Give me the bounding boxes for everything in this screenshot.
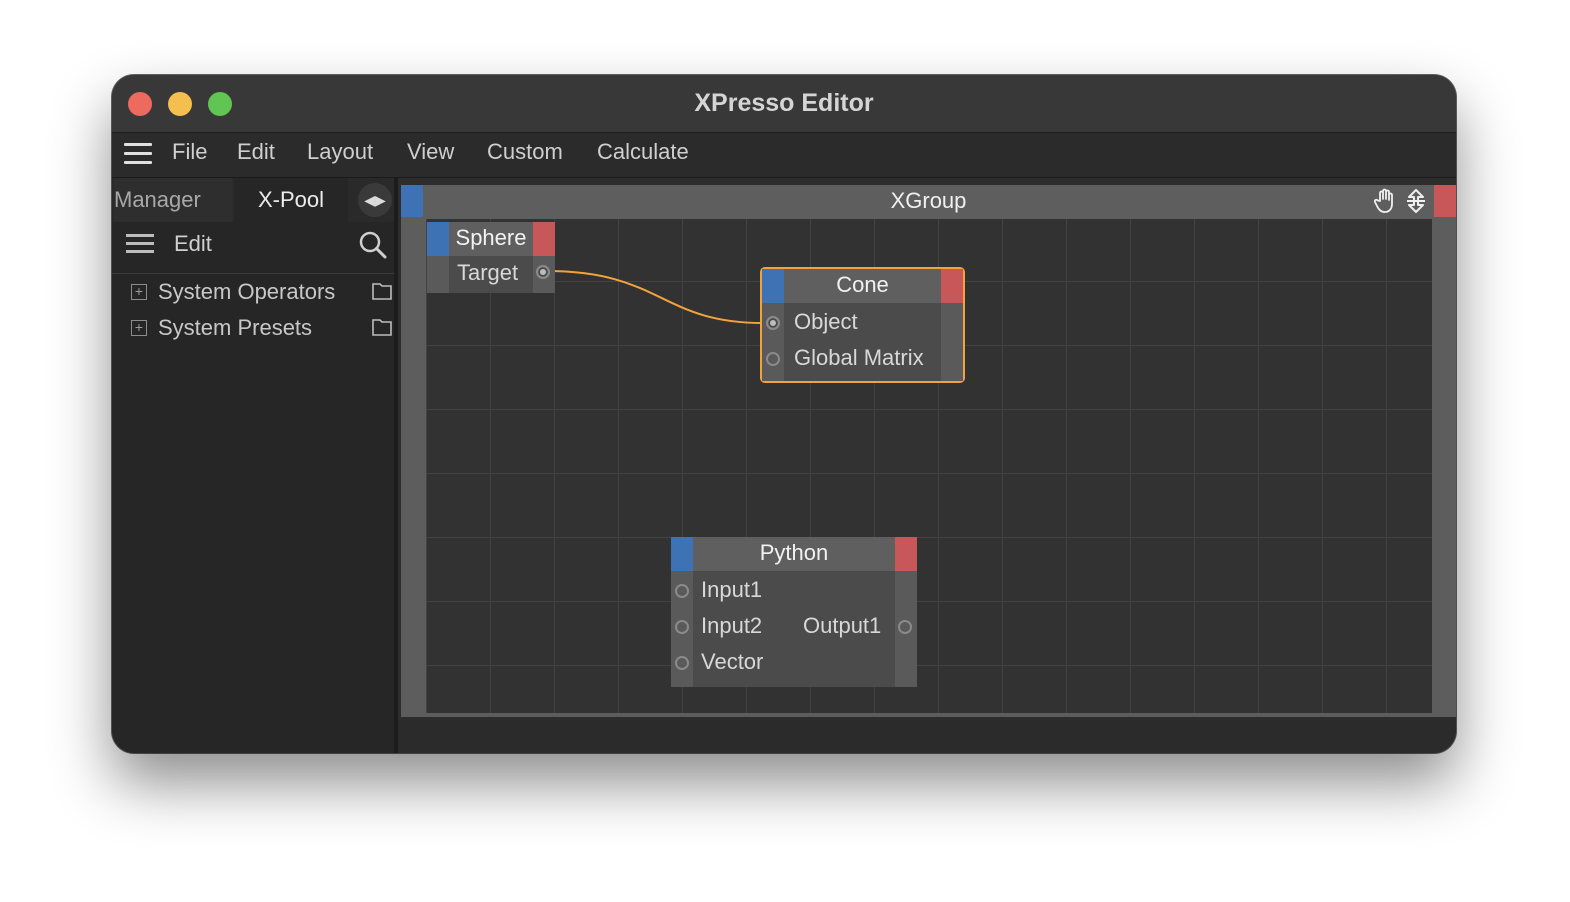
node-python[interactable]: Python Input1 Input2 Output1 Vector (671, 537, 917, 687)
panel-edit-row: Edit (112, 224, 394, 268)
port-object-in[interactable] (766, 316, 780, 330)
node-left-strip (427, 256, 449, 293)
node-title: Python (759, 540, 829, 565)
node-right-strip (941, 303, 963, 381)
port-global-matrix-in[interactable] (766, 352, 780, 366)
output-port-button[interactable] (533, 222, 555, 256)
expand-icon[interactable]: + (131, 284, 147, 300)
port-vector-in[interactable] (675, 656, 689, 670)
bottom-bar (398, 720, 1456, 753)
input-port-button[interactable] (427, 222, 449, 256)
menu-edit[interactable]: Edit (237, 133, 275, 177)
output-port-button[interactable] (941, 269, 963, 303)
port-label-input1: Input1 (701, 577, 763, 602)
menu-layout[interactable]: Layout (307, 133, 373, 177)
node-cone[interactable]: Cone Object Global Matrix (760, 267, 965, 383)
xgroup-output-strip (1432, 219, 1456, 713)
output-port-button[interactable] (895, 537, 917, 571)
port-input1-in[interactable] (675, 584, 689, 598)
panel-menu-icon[interactable] (126, 234, 154, 256)
port-label-vector: Vector (701, 649, 764, 674)
folder-icon (372, 319, 392, 336)
node-left-strip (762, 303, 784, 381)
tree-item-system-presets[interactable]: + System Presets (112, 310, 394, 346)
search-icon[interactable] (358, 230, 388, 260)
xpresso-window: XPresso Editor File Edit Layout View Cus… (112, 75, 1456, 753)
node-title: Cone (836, 272, 889, 297)
expand-icon[interactable]: + (131, 320, 147, 336)
folder-icon (372, 283, 392, 300)
tree-item-label: System Presets (158, 315, 313, 340)
port-label-global-matrix: Global Matrix (794, 345, 924, 370)
title-bar[interactable]: XPresso Editor (112, 75, 1456, 133)
xgroup-canvas: XGroup Sphere Target Cone Object Global … (401, 185, 1456, 717)
port-label-object: Object (794, 309, 858, 334)
hamburger-menu-icon[interactable] (124, 143, 152, 167)
panel-divider[interactable] (394, 178, 398, 753)
menu-calculate[interactable]: Calculate (597, 133, 689, 177)
port-target-out[interactable] (536, 265, 550, 279)
node-sphere[interactable]: Sphere Target (427, 222, 555, 293)
panel-edit-menu[interactable]: Edit (174, 224, 212, 264)
menu-view[interactable]: View (407, 133, 454, 177)
tab-scroll-arrows-icon[interactable]: ◀▶ (358, 183, 392, 217)
window-title: XPresso Editor (694, 89, 874, 117)
port-label-input2: Input2 (701, 613, 763, 638)
menu-custom[interactable]: Custom (487, 133, 563, 177)
tab-manager[interactable]: Manager (114, 178, 232, 222)
xgroup-title: XGroup (890, 188, 967, 213)
xgroup-header[interactable]: XGroup (401, 185, 1456, 219)
menu-file[interactable]: File (172, 133, 207, 177)
input-port-button[interactable] (762, 269, 784, 303)
hand-pan-icon[interactable] (1373, 187, 1399, 215)
menu-bar: File Edit Layout View Custom Calculate (112, 133, 1456, 178)
vertical-move-icon[interactable] (1403, 187, 1429, 215)
tree-item-label: System Operators (158, 279, 336, 304)
port-input2-in[interactable] (675, 620, 689, 634)
tree-item-system-operators[interactable]: + System Operators (112, 274, 394, 310)
port-label-output1: Output1 (803, 613, 882, 638)
left-panel: Manager X-Pool ◀▶ Edit + System Operator… (112, 178, 394, 753)
pool-tree: + System Operators + System Presets (112, 273, 394, 346)
port-output1-out[interactable] (898, 620, 912, 634)
node-title: Sphere (455, 225, 527, 250)
panel-tab-row: Manager X-Pool ◀▶ (112, 178, 394, 222)
xgroup-output-port-area[interactable] (1434, 185, 1456, 217)
input-port-button[interactable] (671, 537, 693, 571)
tab-xpool[interactable]: X-Pool (234, 178, 348, 222)
port-label-target: Target (457, 260, 519, 285)
